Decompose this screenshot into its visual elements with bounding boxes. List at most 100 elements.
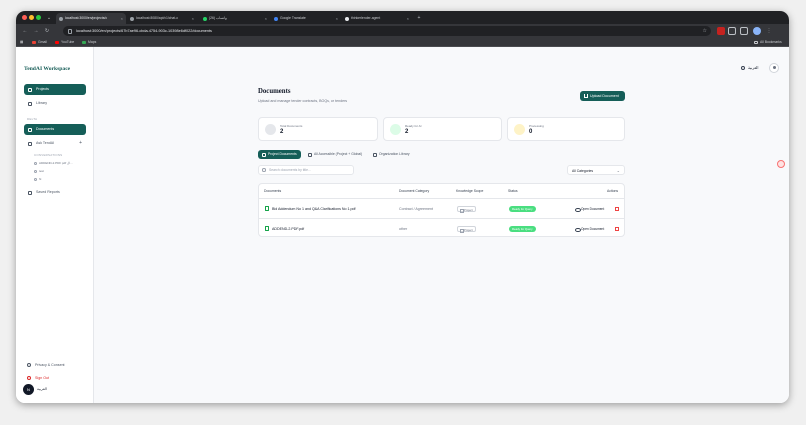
column-header: Actions (607, 189, 619, 193)
table-row[interactable]: Bid Addendum No 1 and Q&A Clarifications… (259, 198, 624, 219)
document-icon (28, 127, 32, 132)
minimize-window-dot[interactable] (29, 15, 34, 20)
address-bar[interactable]: localhost:3000/en/projects/67b7ae96-cbda… (63, 26, 711, 36)
folder-icon (754, 40, 758, 44)
tab-close-icon[interactable]: × (336, 13, 338, 24)
browser-tab[interactable]: localhost:3000/en/projects/c × (56, 13, 126, 24)
filter-all-accessible[interactable]: All Accessible (Project + Global) (304, 150, 366, 159)
floating-indicator-icon[interactable] (777, 160, 785, 168)
report-icon (28, 190, 32, 195)
category-select[interactable]: All Categories ⌄ (567, 165, 625, 175)
chat-bubble-icon (34, 169, 37, 173)
tab-label: Google Translate (280, 16, 306, 20)
open-document-button[interactable]: Open Document (575, 219, 604, 236)
document-category: Contract / Agreement (399, 207, 433, 211)
folder-icon (262, 152, 266, 157)
file-icon (265, 226, 269, 231)
reload-icon[interactable]: ↻ (42, 26, 52, 36)
chat-bubble-icon (34, 161, 37, 165)
document-icon (265, 124, 276, 135)
conversation-item[interactable]: hi (34, 177, 41, 181)
sign-out-button[interactable]: Sign Out (27, 374, 49, 382)
bookmark-gmail[interactable]: Gmail (32, 38, 47, 47)
status-badge: Ready for Query (509, 226, 536, 232)
tab-close-icon[interactable]: × (121, 13, 123, 24)
forward-icon[interactable]: → (31, 26, 41, 36)
download-icon[interactable] (740, 27, 748, 35)
extension-icon[interactable] (728, 27, 736, 35)
close-window-dot[interactable] (22, 15, 27, 20)
privacy-link[interactable]: Privacy & Consent (27, 361, 65, 369)
sidebar-item-label: Projects (36, 87, 49, 91)
bookmark-maps[interactable]: Maps (82, 38, 96, 47)
document-name[interactable]: ADDEND-2.PDF.pdf (272, 219, 304, 236)
delete-icon[interactable] (615, 207, 619, 211)
sidebar-item-label: Saved Reports (36, 190, 60, 194)
globe-icon (741, 66, 745, 70)
column-header: Document Category (399, 189, 430, 193)
browser-window: ⌄ localhost:3000/en/projects/c × localho… (16, 11, 789, 403)
site-info-icon[interactable] (68, 28, 72, 34)
sidebar-item-ask[interactable]: Ask TendAI + (24, 138, 86, 149)
open-document-button[interactable]: Open Document (575, 199, 604, 219)
browser-tab[interactable]: Google Translate × (271, 13, 341, 24)
stat-value: 2 (280, 129, 284, 135)
browser-tab[interactable]: (26) واتساب × (200, 13, 270, 24)
new-tab-icon[interactable]: + (414, 13, 424, 23)
sidebar-item-label: Documents (36, 127, 55, 131)
stat-label: Total Documents (280, 124, 303, 128)
tab-favicon-icon (274, 16, 278, 21)
new-chat-icon[interactable]: + (79, 138, 82, 149)
clock-icon (514, 124, 525, 135)
delete-icon[interactable] (615, 227, 619, 231)
apps-icon[interactable]: ▦ (20, 38, 23, 47)
browser-tab[interactable]: thinkerlender-agent × (342, 13, 412, 24)
profile-menu-button[interactable] (769, 63, 779, 73)
sidebar-item-library[interactable]: Library (24, 98, 86, 109)
stat-value: 0 (529, 129, 533, 135)
all-bookmarks[interactable]: All Bookmarks (754, 38, 782, 47)
sidebar-item-label: Ask TendAI (36, 141, 55, 145)
scope-badge: Project (457, 226, 476, 233)
bookmark-youtube[interactable]: YouTube (55, 38, 74, 47)
maximize-window-dot[interactable] (36, 15, 41, 20)
tab-search-icon[interactable]: ⌄ (44, 13, 54, 23)
browser-toolbar: ← → ↻ localhost:3000/en/projects/67b7ae9… (16, 24, 789, 38)
sidebar-item-projects[interactable]: Projects (24, 84, 86, 95)
tab-close-icon[interactable]: × (192, 13, 194, 24)
app-page: TendAI Workspace Projects Library DELTA … (16, 47, 789, 403)
tab-strip: ⌄ localhost:3000/en/projects/c × localho… (16, 11, 789, 24)
sidebar-item-saved-reports[interactable]: Saved Reports (24, 187, 86, 198)
browser-tab[interactable]: localhost:8080/api/v1/chat-c × (127, 13, 197, 24)
filter-organization-library[interactable]: Organization Library (369, 150, 415, 159)
tab-close-icon[interactable]: × (407, 13, 409, 24)
extension-icon[interactable] (717, 27, 725, 35)
upload-label: Upload Document (590, 94, 619, 98)
library-icon (28, 101, 32, 106)
filter-label: Project Documents (268, 152, 297, 156)
bookmark-label: Maps (88, 40, 97, 44)
conversation-item[interactable]: ADDEND-2.PDF pdf ال... (34, 161, 73, 165)
bookmark-star-icon[interactable]: ☆ (703, 26, 707, 36)
upload-document-button[interactable]: Upload Document (580, 91, 625, 101)
language-switcher[interactable]: العربية (741, 65, 758, 70)
conversation-item[interactable]: test (34, 169, 44, 173)
tab-favicon-icon (59, 16, 63, 21)
document-name[interactable]: Bid Addendum No 1 and Q&A Clarifications… (272, 199, 356, 219)
search-input[interactable] (258, 165, 354, 175)
documents-table: Documents Document Category Knowledge Sc… (258, 183, 625, 237)
privacy-label: Privacy & Consent (35, 363, 65, 367)
back-icon[interactable]: ← (20, 26, 30, 36)
tab-favicon-icon (130, 16, 134, 21)
menu-icon[interactable]: ⋮ (764, 26, 774, 36)
sign-out-label: Sign Out (35, 376, 49, 380)
filter-project-documents[interactable]: Project Documents (258, 150, 301, 159)
profile-avatar-icon[interactable] (753, 27, 761, 35)
sidebar-item-documents[interactable]: Documents (24, 124, 86, 135)
user-profile[interactable]: N العربية (23, 383, 63, 397)
tab-close-icon[interactable]: × (265, 13, 267, 24)
tab-label: localhost:3000/en/projects/c (65, 16, 108, 20)
table-row[interactable]: ADDEND-2.PDF.pdf other Project Ready for… (259, 218, 624, 236)
category-select-value: All Categories (572, 169, 594, 173)
page-subtitle: Upload and manage tender contracts, BOQs… (258, 99, 348, 103)
